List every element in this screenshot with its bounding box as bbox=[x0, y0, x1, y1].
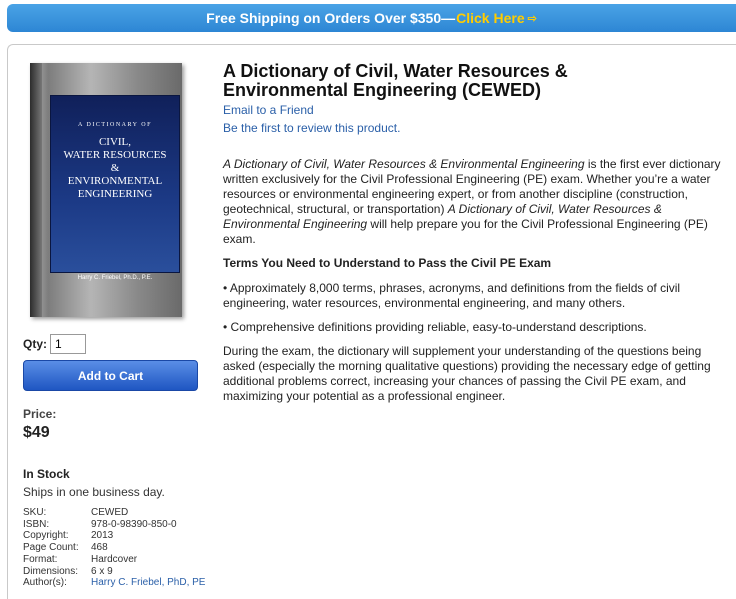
spec-row: Dimensions: 6 x 9 bbox=[23, 566, 205, 578]
spec-row: Author(s): Harry C. Friebel, PhD, PE bbox=[23, 577, 205, 589]
spec-value: 468 bbox=[91, 542, 108, 554]
stock-status: In Stock bbox=[23, 467, 70, 481]
description-book-title: A Dictionary of Civil, Water Resources &… bbox=[223, 157, 585, 171]
price-label: Price: bbox=[23, 407, 57, 421]
email-to-friend-link[interactable]: Email to a Friend bbox=[223, 103, 314, 117]
spec-row: Page Count: 468 bbox=[23, 542, 205, 554]
spec-key: Page Count: bbox=[23, 542, 79, 554]
banner-click-here-link[interactable]: Click Here bbox=[456, 10, 524, 26]
spec-key: Dimensions: bbox=[23, 565, 79, 577]
spec-key: Author(s): bbox=[23, 577, 67, 589]
qty-label: Qty: bbox=[23, 337, 47, 351]
shipping-note: Ships in one business day. bbox=[23, 485, 165, 499]
product-description: A Dictionary of Civil, Water Resources &… bbox=[223, 157, 723, 413]
spec-value: CEWED bbox=[91, 507, 129, 518]
author-link[interactable]: Harry C. Friebel, PhD, PE bbox=[91, 577, 205, 589]
cover-small-title: A DICTIONARY OF bbox=[78, 122, 152, 128]
description-bullet: • Comprehensive definitions providing re… bbox=[223, 320, 647, 334]
spec-value: 978-0-98390-850-0 bbox=[91, 518, 177, 530]
cover-author: Harry C. Friebel, Ph.D., P.E. bbox=[77, 275, 153, 281]
description-heading: Terms You Need to Understand to Pass the… bbox=[223, 256, 552, 270]
cover-line-2: WATER RESOURCES bbox=[63, 149, 167, 161]
product-specs: SKU: CEWED ISBN: 978-0-98390-850-0 Copyrig… bbox=[23, 507, 205, 589]
book-cover-image: A DICTIONARY OF CIVIL, WATER RESOURCES &… bbox=[30, 63, 182, 317]
spec-value: Hardcover bbox=[91, 553, 138, 565]
spec-row: Copyright: 2013 bbox=[23, 530, 205, 542]
spec-row: Format: Hardcover bbox=[23, 554, 205, 566]
free-shipping-banner[interactable]: Free Shipping on Orders Over $350— Click… bbox=[7, 4, 736, 32]
spec-value: 2013 bbox=[91, 530, 114, 542]
cover-line-4: ENVIRONMENTAL bbox=[67, 175, 163, 187]
review-product-link[interactable]: Be the first to review this product. bbox=[223, 121, 400, 135]
add-to-cart-button[interactable]: Add to Cart bbox=[23, 360, 198, 391]
banner-text: Free Shipping on Orders Over $350— bbox=[206, 10, 456, 26]
product-title: A Dictionary of Civil, Water Resources &… bbox=[223, 61, 568, 100]
arrow-right-icon: ⇨ bbox=[527, 12, 537, 25]
cover-line-3: & bbox=[110, 162, 120, 174]
cover-title-block: A DICTIONARY OF CIVIL, WATER RESOURCES &… bbox=[50, 95, 180, 273]
spec-row: ISBN: 978-0-98390-850-0 bbox=[23, 519, 205, 531]
description-paragraph: During the exam, the dictionary will sup… bbox=[223, 344, 711, 403]
description-paragraph: A Dictionary of Civil, Water Resources &… bbox=[223, 157, 723, 247]
spec-row: SKU: CEWED bbox=[23, 507, 205, 519]
price-value: $49 bbox=[23, 424, 50, 441]
spec-key: Copyright: bbox=[23, 530, 69, 542]
spec-key: Format: bbox=[23, 553, 58, 565]
cover-line-5: ENGINEERING bbox=[77, 188, 153, 200]
spec-key: ISBN: bbox=[23, 518, 50, 530]
description-bullet: • Approximately 8,000 terms, phrases, ac… bbox=[223, 281, 681, 310]
spec-value: 6 x 9 bbox=[91, 565, 113, 577]
book-spine bbox=[30, 63, 42, 317]
qty-input[interactable] bbox=[50, 334, 86, 354]
cover-line-1: CIVIL, bbox=[98, 136, 132, 148]
spec-key: SKU: bbox=[23, 507, 47, 518]
